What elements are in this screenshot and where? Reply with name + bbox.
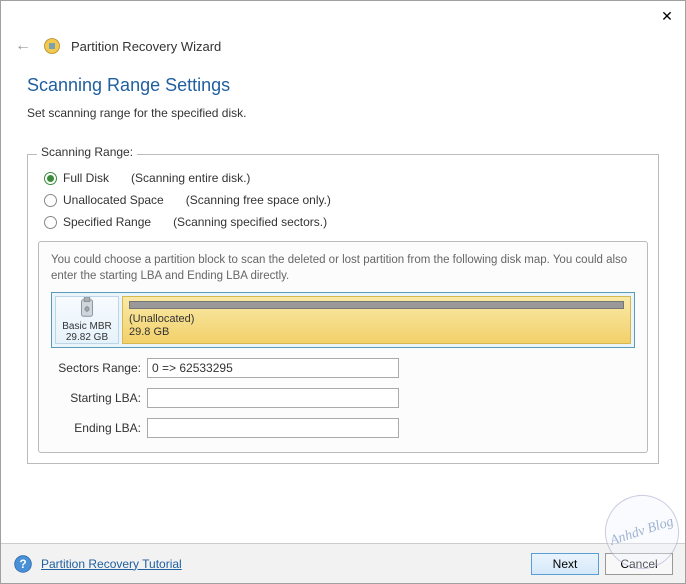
close-button[interactable]: ✕ xyxy=(657,8,677,25)
partition-usage-bar xyxy=(129,301,624,309)
app-icon xyxy=(43,37,61,55)
radio-full-disk[interactable]: Full Disk (Scanning entire disk.) xyxy=(38,167,648,189)
disk-type-label: Basic MBR xyxy=(62,321,111,332)
radio-label: Unallocated Space xyxy=(63,193,164,207)
radio-hint: (Scanning specified sectors.) xyxy=(173,215,327,229)
radio-icon xyxy=(44,216,57,229)
tutorial-link[interactable]: Partition Recovery Tutorial xyxy=(41,557,182,571)
footer-bar: ? Partition Recovery Tutorial Next Cance… xyxy=(1,543,685,583)
usb-drive-icon xyxy=(76,297,98,319)
help-icon[interactable]: ? xyxy=(13,554,33,574)
radio-icon xyxy=(44,194,57,207)
partition-size: 29.8 GB xyxy=(129,326,624,339)
radio-specified-range[interactable]: Specified Range (Scanning specified sect… xyxy=(38,211,648,233)
radio-label: Full Disk xyxy=(63,171,109,185)
partition-name: (Unallocated) xyxy=(129,313,624,326)
back-button[interactable]: ← xyxy=(15,37,33,55)
page-description: Set scanning range for the specified dis… xyxy=(27,106,659,120)
radio-label: Specified Range xyxy=(63,215,151,229)
radio-icon xyxy=(44,172,57,185)
sectors-range-input[interactable] xyxy=(147,358,399,378)
next-button[interactable]: Next xyxy=(531,553,599,575)
radio-hint: (Scanning free space only.) xyxy=(186,193,331,207)
svg-text:?: ? xyxy=(19,558,26,571)
sectors-range-label: Sectors Range: xyxy=(51,361,141,375)
detail-description: You could choose a partition block to sc… xyxy=(51,252,635,284)
page-title: Scanning Range Settings xyxy=(27,75,659,96)
range-legend: Scanning Range: xyxy=(37,145,137,159)
starting-lba-input[interactable] xyxy=(147,388,399,408)
cancel-button[interactable]: Cancel xyxy=(605,553,673,575)
starting-lba-label: Starting LBA: xyxy=(51,391,141,405)
detail-panel: You could choose a partition block to sc… xyxy=(38,241,648,453)
disk-size-label: 29.82 GB xyxy=(66,332,108,343)
partition-block-unallocated[interactable]: (Unallocated) 29.8 GB xyxy=(122,296,631,344)
window-title: Partition Recovery Wizard xyxy=(71,39,221,54)
disk-map[interactable]: Basic MBR 29.82 GB (Unallocated) 29.8 GB xyxy=(51,292,635,348)
scanning-range-group: Full Disk (Scanning entire disk.) Unallo… xyxy=(27,154,659,464)
ending-lba-label: Ending LBA: xyxy=(51,421,141,435)
radio-hint: (Scanning entire disk.) xyxy=(131,171,250,185)
disk-header[interactable]: Basic MBR 29.82 GB xyxy=(55,296,119,344)
ending-lba-input[interactable] xyxy=(147,418,399,438)
radio-unallocated-space[interactable]: Unallocated Space (Scanning free space o… xyxy=(38,189,648,211)
